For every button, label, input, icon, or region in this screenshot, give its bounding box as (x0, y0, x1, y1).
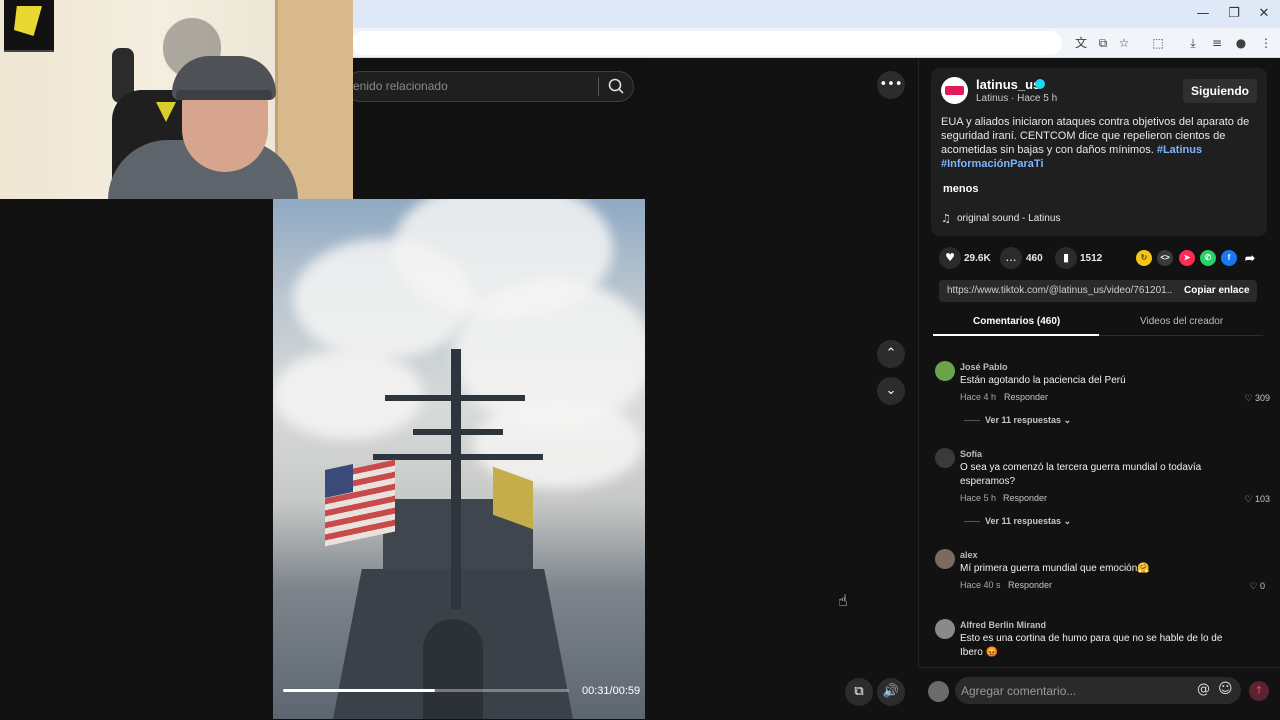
like-count: 29.6K (964, 253, 991, 264)
translate-icon[interactable]: 文 (1071, 33, 1091, 53)
cap-brim (176, 90, 272, 100)
comment-text: Mí primera guerra mundial que emoción🤗 (960, 563, 1150, 574)
like-value: 103 (1254, 494, 1270, 504)
video-time: 00:31/00:59 (582, 685, 641, 697)
comment-avatar[interactable] (935, 361, 955, 381)
tab-creator-videos[interactable]: Videos del creador (1140, 316, 1223, 327)
whatsapp-icon[interactable]: ✆ (1200, 250, 1216, 266)
webcam-overlay (0, 0, 353, 199)
video-player[interactable] (273, 199, 645, 719)
comment-like-count[interactable]: ♡ 103 (1230, 494, 1270, 505)
verified-badge-icon (1035, 79, 1045, 89)
post-description: EUA y aliados iniciaron ataques contra o… (941, 115, 1261, 171)
embed-icon[interactable]: <> (1157, 250, 1173, 266)
search-icon[interactable] (606, 76, 626, 96)
comment-icon[interactable]: … (1000, 247, 1022, 269)
comment-count: 460 (1026, 253, 1043, 264)
heart-icon: ♡ (1249, 581, 1260, 591)
next-video-button[interactable]: ⌄ (877, 377, 905, 405)
emoji-icon[interactable]: ☺ (1218, 681, 1233, 697)
video-link[interactable]: https://www.tiktok.com/@latinus_us/video… (947, 285, 1172, 296)
comment-time: Hace 5 h (960, 493, 997, 503)
view-replies-button[interactable]: Ver 11 respuestas ⌄ (985, 415, 1071, 426)
floating-player-button[interactable]: ⧉ (845, 678, 873, 706)
my-avatar (928, 681, 949, 702)
heart-icon: ♡ (1244, 494, 1255, 504)
tab-active-indicator (933, 334, 1099, 336)
view-replies-button[interactable]: Ver 11 respuestas ⌄ (985, 516, 1071, 527)
replies-divider (964, 521, 980, 522)
download-icon[interactable]: ⤓ (1183, 33, 1203, 53)
following-button[interactable]: Siguiendo (1183, 79, 1257, 103)
profile-icon[interactable]: ● (1231, 33, 1251, 53)
comment-like-count[interactable]: ♡ 309 (1230, 393, 1270, 404)
share-icon[interactable]: ➦ (1242, 250, 1258, 266)
comment-text: Esto es una cortina de humo para que no … (960, 633, 1223, 658)
like-value: 0 (1259, 581, 1265, 591)
close-window-button[interactable]: ✕ (1249, 4, 1279, 24)
send-to-friends-icon[interactable]: ➤ (1179, 250, 1195, 266)
heart-icon: ♡ (1244, 393, 1255, 403)
install-icon[interactable]: ⧉ (1093, 33, 1113, 53)
bookmark-icon[interactable]: ▮ (1055, 247, 1077, 269)
like-icon[interactable]: ♥ (939, 247, 961, 269)
comment-time: Hace 40 s (960, 580, 1001, 590)
extensions-icon[interactable]: ⬚ (1148, 33, 1168, 53)
media-icon[interactable]: ≡ (1207, 33, 1227, 53)
more-options-button[interactable]: ••• (877, 71, 905, 99)
like-value: 309 (1254, 393, 1270, 403)
search-placeholder[interactable]: enido relacionado (353, 79, 448, 93)
facebook-icon[interactable]: f (1221, 250, 1237, 266)
view-replies-label: Ver 11 respuestas (985, 516, 1062, 526)
copy-link-button[interactable]: Copiar enlace (1184, 285, 1250, 296)
comment-author[interactable]: alex (960, 550, 978, 560)
music-link[interactable]: original sound - Latinus (957, 213, 1060, 224)
reply-button[interactable]: Responder (1003, 493, 1047, 503)
comment-text: Están agotando la paciencia del Perú (960, 375, 1126, 386)
creator-avatar[interactable] (941, 77, 968, 104)
save-count: 1512 (1080, 253, 1103, 264)
tab-comments[interactable]: Comentarios (460) (973, 316, 1060, 327)
post-subline: Latinus · Hace 5 h (976, 93, 1058, 104)
hashtag-link[interactable]: #InformaciónParaTi (941, 158, 1044, 170)
replies-divider (964, 420, 980, 421)
volume-button[interactable]: 🔊 (877, 678, 905, 706)
comment-author[interactable]: Sofía (960, 449, 982, 459)
comment-avatar[interactable] (935, 619, 955, 639)
restore-button[interactable]: ❐ (1219, 4, 1249, 24)
comment-avatar[interactable] (935, 549, 955, 569)
mouse-cursor-icon: ☝ (838, 591, 848, 610)
comment-author[interactable]: Alfred Berlin Mirand (960, 620, 1046, 630)
comment-text: O sea ya comenzó la tercera guerra mundi… (960, 462, 1202, 487)
progress-fill (283, 689, 435, 692)
wall-poster (4, 0, 54, 52)
comment-avatar[interactable] (935, 448, 955, 468)
music-note-icon: ♫ (941, 212, 951, 225)
minimize-button[interactable]: — (1188, 4, 1218, 24)
less-button[interactable]: menos (943, 183, 978, 195)
comment-time: Hace 4 h (960, 392, 997, 402)
hashtag-link[interactable]: #Latinus (1157, 144, 1202, 156)
reply-button[interactable]: Responder (1004, 392, 1048, 402)
description-text: EUA y aliados iniciaron ataques contra o… (941, 116, 1250, 156)
view-replies-label: Ver 11 respuestas (985, 415, 1062, 425)
previous-video-button[interactable]: ⌃ (877, 340, 905, 368)
address-bar[interactable] (352, 31, 1062, 55)
repost-icon[interactable]: ↻ (1136, 250, 1152, 266)
comment-author[interactable]: José Pablo (960, 362, 1008, 372)
mention-icon[interactable]: @ (1197, 682, 1210, 697)
star-icon[interactable]: ☆ (1114, 33, 1134, 53)
creator-username[interactable]: latinus_us (976, 77, 1040, 92)
menu-icon[interactable]: ⋮ (1256, 33, 1276, 53)
search-divider (598, 77, 599, 96)
send-comment-button[interactable]: ↑ (1249, 681, 1269, 701)
reply-button[interactable]: Responder (1008, 580, 1052, 590)
comment-like-count[interactable]: ♡ 0 (1225, 581, 1265, 592)
